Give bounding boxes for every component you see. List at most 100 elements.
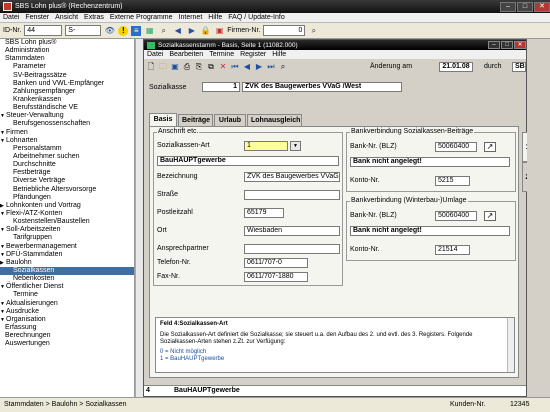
first-record-icon[interactable]: ⏮ xyxy=(230,62,240,72)
menu-internet[interactable]: Internet xyxy=(176,14,206,21)
nav-item-berufsst-ndische-ve[interactable]: Berufsständische VE xyxy=(0,104,134,112)
list-icon[interactable]: ≡ xyxy=(131,25,142,36)
fax-input[interactable]: 0611/707-1880 xyxy=(244,272,308,282)
nav-item-firmen[interactable]: ▼Firmen xyxy=(0,129,134,137)
art-dropdown-icon[interactable]: ▼ xyxy=(290,141,301,151)
id-input[interactable]: 44 xyxy=(24,25,63,36)
arrow-forward-icon[interactable]: ▶ xyxy=(186,25,197,36)
nav-item-durchschnitte[interactable]: Durchschnitte xyxy=(0,161,134,169)
nav-item-nebenkosten[interactable]: Nebenkosten xyxy=(0,275,134,283)
nav-item-aktualisierungen[interactable]: ▼Aktualisierungen xyxy=(0,300,134,308)
telefon-input[interactable]: 0611/707-0 xyxy=(244,258,308,268)
nav-item-termine[interactable]: Termine xyxy=(0,291,134,299)
search-icon[interactable]: ⌕ xyxy=(158,25,169,36)
child-menu-bearbeiten[interactable]: Bearbeiten xyxy=(166,51,206,58)
search-record-icon[interactable]: ⌕ xyxy=(278,62,288,72)
menu-faq[interactable]: FAQ / Update-Info xyxy=(225,14,287,21)
tab-lohnausgleich[interactable]: Lohnausgleich xyxy=(247,114,302,126)
delete-icon[interactable]: ✕ xyxy=(218,62,228,72)
ansprechpartner-input[interactable] xyxy=(244,244,340,254)
nav-item-zahlungsempf-nger[interactable]: Zahlungsempfänger xyxy=(0,88,134,96)
last-record-icon[interactable]: ⏭ xyxy=(266,62,276,72)
lock-icon[interactable]: 🔒 xyxy=(200,25,211,36)
menu-externe-programme[interactable]: Externe Programme xyxy=(107,14,176,21)
tab-beitraege[interactable]: Beiträge xyxy=(178,114,213,126)
nav-item-krankenkassen[interactable]: Krankenkassen xyxy=(0,96,134,104)
arrow-back-icon[interactable]: ◀ xyxy=(172,25,183,36)
child-menu-termine[interactable]: Termine xyxy=(206,51,237,58)
child-menu-hilfe[interactable]: Hilfe xyxy=(269,51,289,58)
nav-item-kostenstellen-baustellen[interactable]: Kostenstellen/Baustellen xyxy=(0,218,134,226)
nav-item-arbeitnehmer-suchen[interactable]: Arbeitnehmer suchen xyxy=(0,153,134,161)
nav-item-bewerbermanagement[interactable]: ▼Bewerbermanagement xyxy=(0,243,134,251)
nav-item-stammdaten[interactable]: Stammdaten xyxy=(0,55,134,63)
nav-item-steuer-verwaltung[interactable]: ▼Steuer-Verwaltung xyxy=(0,112,134,120)
tab-urlaub[interactable]: Urlaub xyxy=(214,114,246,126)
menu-datei[interactable]: Datei xyxy=(0,14,22,21)
calendar-icon[interactable]: ▦ xyxy=(144,25,155,36)
menu-fenster[interactable]: Fenster xyxy=(22,14,52,21)
nav-item-ffentlicher-dienst[interactable]: ▼Öffentlicher Dienst xyxy=(0,283,134,291)
next-record-icon[interactable]: ▶ xyxy=(254,62,264,72)
nav-item-tarifgruppen[interactable]: Tarifgruppen xyxy=(0,234,134,242)
nav-item-administration[interactable]: Administration xyxy=(0,47,134,55)
nav-item-df-stammdaten[interactable]: ▼DFÜ-Stammdaten xyxy=(0,251,134,259)
nav-item-erfassung[interactable]: Erfassung xyxy=(0,324,134,332)
print-preview-icon[interactable]: ⎘ xyxy=(194,62,204,72)
bank2-blz-input[interactable]: 50060400 xyxy=(435,211,477,221)
menu-ansicht[interactable]: Ansicht xyxy=(52,14,81,21)
nav-item-pf-ndungen[interactable]: Pfändungen xyxy=(0,194,134,202)
child-menu-register[interactable]: Register xyxy=(237,51,269,58)
s-input[interactable]: S- xyxy=(65,25,102,36)
bank2-lookup-icon[interactable]: ↗ xyxy=(484,211,496,221)
bank1-blz-input[interactable]: 50060400 xyxy=(435,142,477,152)
nav-item-betriebliche-altersvorsorge[interactable]: Betriebliche Altersvorsorge xyxy=(0,186,134,194)
nav-item-sv-beitragss-tze[interactable]: SV-Beitragssätze xyxy=(0,72,134,80)
nav-item-parameter[interactable]: Parameter xyxy=(0,63,134,71)
eye-icon[interactable]: 👁 xyxy=(104,25,115,36)
nav-item-flexi-atz-konten[interactable]: ▼Flexi-/ATZ-Konten xyxy=(0,210,134,218)
ort-input[interactable]: Wiesbaden xyxy=(244,226,340,236)
art-select[interactable]: 1 xyxy=(244,141,288,151)
nav-scrollbar[interactable] xyxy=(135,39,143,397)
nav-item-soll-arbeitszeiten[interactable]: ▼Soll-Arbeitszeiten xyxy=(0,226,134,234)
nav-item-diverse-vertr-ge[interactable]: Diverse Verträge xyxy=(0,177,134,185)
child-maximize-button[interactable]: □ xyxy=(501,41,513,49)
sozialkasse-nr-field[interactable]: 1 xyxy=(202,82,240,92)
nav-item-sozialkassen[interactable]: Sozialkassen xyxy=(0,266,134,276)
nav-item-berufsgenossenschaften[interactable]: Berufsgenossenschaften xyxy=(0,120,134,128)
help-scrollbar[interactable] xyxy=(507,318,514,372)
maximize-button[interactable]: □ xyxy=(517,1,533,12)
new-document-icon[interactable]: 🗋 xyxy=(146,62,156,72)
nav-item-banken-und-vwl-empf-nger[interactable]: Banken und VWL-Empfänger xyxy=(0,80,134,88)
menu-extras[interactable]: Extras xyxy=(81,14,107,21)
nav-item-festbetr-ge[interactable]: Festbeträge xyxy=(0,169,134,177)
strasse-input[interactable] xyxy=(244,190,340,200)
bank1-konto-input[interactable]: 5215 xyxy=(435,176,470,186)
nav-item-lohnkonten-und-vortrag[interactable]: ▶ Lohnkonten und Vortrag xyxy=(0,202,134,210)
tab-basis[interactable]: Basis xyxy=(149,113,177,126)
warning-icon[interactable]: ! xyxy=(118,25,129,36)
open-folder-icon[interactable]: 🗀 xyxy=(158,62,168,72)
bank1-lookup-icon[interactable]: ↗ xyxy=(484,142,496,152)
child-minimize-button[interactable]: – xyxy=(488,41,500,49)
minimize-button[interactable]: – xyxy=(500,1,516,12)
copy-icon[interactable]: ⧉ xyxy=(206,62,216,72)
nav-item-auswertungen[interactable]: Auswertungen xyxy=(0,340,134,348)
save-icon[interactable]: ▣ xyxy=(170,62,180,72)
previous-record-icon[interactable]: ◀ xyxy=(242,62,252,72)
child-close-button[interactable]: ✕ xyxy=(514,41,526,49)
print-icon[interactable]: ⎙ xyxy=(182,62,192,72)
child-menu-datei[interactable]: Datei xyxy=(144,51,166,58)
nav-item-ausdrucke[interactable]: ▼Ausdrucke xyxy=(0,308,134,316)
nav-item-lohnarten[interactable]: ▼Lohnarten xyxy=(0,137,134,145)
nav-item-berechnungen[interactable]: Berechnungen xyxy=(0,332,134,340)
bezeichnung-input[interactable]: ZVK des Baugewerbes VVaG xyxy=(244,172,340,182)
menu-hilfe[interactable]: Hilfe xyxy=(205,14,225,21)
nav-item-personalstamm[interactable]: Personalstamm xyxy=(0,145,134,153)
bank2-konto-input[interactable]: 21514 xyxy=(435,245,470,255)
plz-input[interactable]: 65179 xyxy=(244,208,284,218)
nav-item-organisation[interactable]: ▼Organisation xyxy=(0,316,134,324)
nav-item-sbs-lohn-plus[interactable]: SBS Lohn plus® xyxy=(0,39,134,47)
nav-item-baulohn[interactable]: ▶ Baulohn xyxy=(0,259,134,267)
